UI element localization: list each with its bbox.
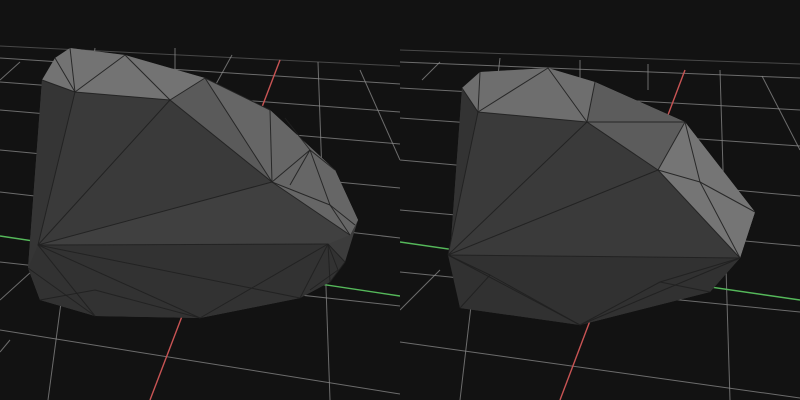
dual-viewport-app [0, 0, 800, 400]
viewport-right-canvas[interactable] [400, 0, 800, 400]
viewport-left[interactable] [0, 0, 400, 400]
mesh-object[interactable] [27, 47, 358, 319]
viewport-right[interactable] [400, 0, 800, 400]
viewport-left-canvas[interactable] [0, 0, 400, 400]
mesh-object[interactable] [447, 67, 756, 326]
